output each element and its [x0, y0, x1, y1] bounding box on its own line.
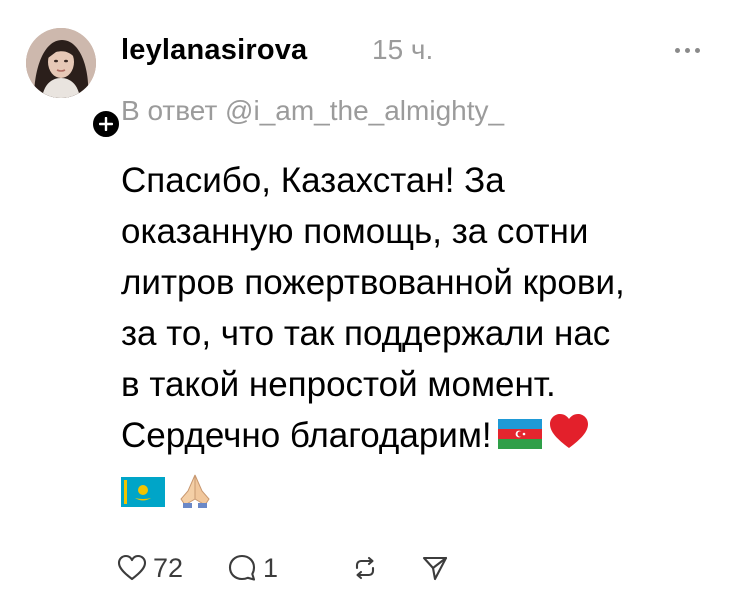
kazakhstan-flag-icon: [121, 470, 165, 521]
avatar[interactable]: [26, 28, 96, 98]
azerbaijan-flag-icon: [497, 412, 542, 463]
follow-button[interactable]: [90, 108, 122, 140]
post-body-line: Спасибо, Казахстан! За: [121, 161, 505, 200]
post-body-line: Сердечно благодарим!: [121, 416, 492, 455]
emoji-line: [121, 468, 721, 512]
red-heart-icon: [548, 412, 590, 464]
avatar-container[interactable]: [26, 28, 122, 140]
post-body-line: литров пожертвованной крови,: [121, 263, 625, 302]
post-body-line: оказанную помощь, за сотни: [121, 212, 589, 251]
repost-icon: [355, 556, 375, 580]
post-body-line: за то, что так поддержали нас: [121, 314, 611, 353]
folded-hands-icon: [175, 469, 215, 523]
post-actions: 72 1: [117, 548, 449, 588]
post-time: 15 ч.: [372, 34, 434, 65]
comment-button[interactable]: 1: [227, 550, 351, 586]
more-options-button[interactable]: [675, 45, 711, 55]
username[interactable]: leylanasirova: [121, 32, 307, 68]
share-button[interactable]: [421, 554, 449, 582]
post-body-line-with-emoji: Сердечно благодарим!: [121, 410, 721, 464]
comment-bubble-icon: [228, 554, 256, 581]
heart-outline-icon: [117, 554, 147, 581]
reply-to-label[interactable]: В ответ @i_am_the_almighty_: [121, 93, 504, 129]
send-icon: [422, 556, 448, 581]
comment-count: 1: [263, 553, 279, 583]
post-body: Спасибо, Казахстан! За оказанную помощь,…: [121, 155, 721, 512]
repost-button[interactable]: [351, 554, 421, 582]
like-count: 72: [153, 553, 184, 583]
more-horizontal-icon: [675, 47, 680, 53]
like-button[interactable]: 72: [117, 550, 227, 586]
post-body-line: в такой непростой момент.: [121, 365, 556, 404]
thread-post: leylanasirova 15 ч. В ответ @i_am_the_al…: [0, 0, 740, 611]
plus-icon: [99, 117, 113, 131]
